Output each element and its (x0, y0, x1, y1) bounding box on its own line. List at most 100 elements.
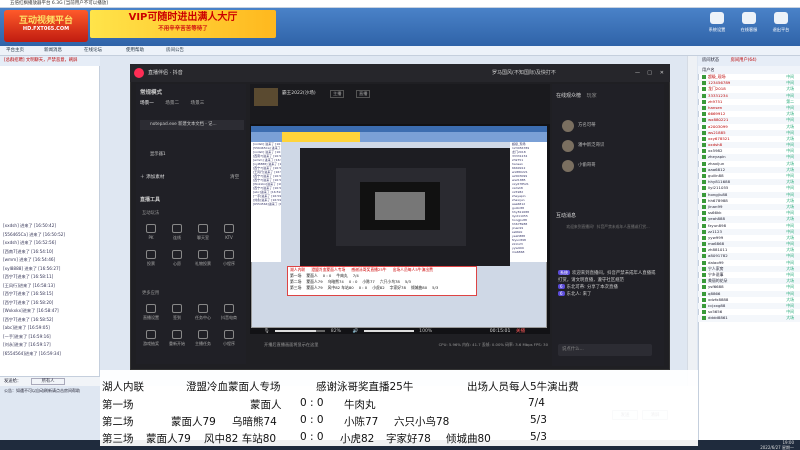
user-name: hhy811688 (708, 179, 731, 185)
tool-button[interactable]: 礼物投票 (192, 248, 214, 270)
viewer-item[interactable]: 潘中新泛哥识 (556, 136, 660, 156)
row3-b: 风中82 车站80 (204, 433, 277, 445)
end-live-button[interactable]: 关播 (516, 329, 525, 334)
tool-button[interactable]: 抖音电商 (218, 302, 240, 324)
tool-button[interactable]: 任务中心 (192, 302, 214, 324)
room-announcement: 公告：如遇不可以自动刷新请点击房间帮助 (4, 388, 80, 393)
tool-button[interactable]: KTV (218, 222, 240, 244)
viewer-avatar (562, 140, 574, 152)
viewer-rank-label[interactable]: 在线观众榜 (556, 93, 581, 99)
message-input[interactable]: 说点什么... (558, 344, 652, 356)
user-status-icon (702, 143, 706, 148)
chat-line: [556465Ca] 进来了 [16:50:52] (3, 231, 66, 237)
mic-volume-slider[interactable] (275, 329, 326, 332)
nav-news[interactable]: 新闻消息 (40, 46, 66, 56)
scene-mode-title[interactable]: 常规模式 (140, 88, 162, 96)
clear-sources-button[interactable]: 清空 (230, 174, 239, 180)
scene-tab-1[interactable]: 场景一 (140, 101, 154, 106)
tool-button[interactable]: 游戏抽奖 (140, 328, 162, 350)
add-source-button[interactable]: ＋ 添加素材 (140, 174, 164, 180)
tab-room-users[interactable]: 房间用户(64) (731, 58, 757, 63)
streaming-app-header: 直播伴侣 · 抖音 罗马国风(不知国际)及快打不 ✕ □ — (130, 64, 670, 82)
user-name: xxy678521 (708, 135, 730, 141)
scene-tab-3[interactable]: 场景三 (191, 101, 205, 106)
user-status-icon (702, 81, 706, 86)
scene-tab-2[interactable]: 场景二 (165, 101, 179, 106)
user-name: guilin88 (708, 173, 724, 178)
viewer-item[interactable]: 小偷哥哥 (556, 156, 660, 176)
logo-url: HD.FXT065.COM (22, 26, 70, 32)
app-username[interactable]: 罗马国风(不知国际)及快打不 (492, 64, 556, 82)
chat-scrollbar[interactable] (687, 56, 697, 386)
user-status-icon (702, 99, 706, 104)
taskbar-date: 2022/6/27 星期一 (760, 445, 794, 450)
platform-logo: 互动视频平台 HD.FXT065.COM (4, 10, 88, 42)
interact-tools: PK 连线 聊天室 KTV 投票 心愿 礼物投票 小程序 (140, 222, 244, 270)
close-icon[interactable]: ✕ (660, 64, 664, 82)
source-item-notepad[interactable]: notepad.exe 新建文本文档 - 记... (140, 120, 244, 130)
exit-icon (774, 12, 788, 24)
nested-cell: 第三场 (290, 285, 302, 290)
user-name: liyi211055 (708, 185, 729, 191)
user-status-icon (702, 192, 706, 197)
tool-button[interactable]: 签到 (166, 302, 188, 324)
messages-hint: 欢迎来到直播间！抖音严禁未成年人直播或打赏... (566, 224, 650, 229)
nested-header-cell: 感谢泳哥奖直播25牛 (351, 267, 387, 272)
online-service-button[interactable]: 在线客服 (734, 10, 764, 40)
nested-schedule: 湖人内联 澄盟冷血蒙面人专场 感谢泳哥奖直播25牛 出场人员每人5牛演出费 第一场 蒙面人… (287, 266, 477, 296)
tool-button[interactable]: 小程序 (218, 248, 240, 270)
message-tag: 6 (558, 284, 565, 289)
speaker-volume-fill (363, 329, 414, 332)
minimize-icon[interactable]: — (635, 64, 640, 82)
mic-icon[interactable]: 🎙 (264, 329, 270, 334)
exit-platform-button[interactable]: 退出平台 (766, 10, 796, 40)
user-status-icon (702, 161, 706, 166)
nested-cell: 7/4 (352, 273, 359, 278)
tool-button[interactable]: 重新开始 (166, 328, 188, 350)
maximize-icon[interactable]: □ (647, 64, 652, 82)
user-row[interactable]: dddd8861 大场 (698, 315, 800, 322)
tool-button[interactable]: 聊天室 (192, 222, 214, 244)
nav-help[interactable]: 使用帮助 (122, 46, 148, 56)
tool-button[interactable]: 主播任务 (192, 328, 214, 350)
tool-button[interactable]: 小程序 (218, 328, 240, 350)
tool-label: 小程序 (223, 341, 235, 346)
send-target-select[interactable]: 所有人 (30, 378, 66, 385)
gear-icon (710, 12, 724, 24)
tool-label: 礼物投票 (195, 261, 211, 266)
tool-button[interactable]: PK (140, 222, 162, 244)
row3-c: 小虎82 (340, 433, 375, 445)
message-tag: 系统 (558, 270, 570, 275)
user-name: zheyapin (708, 154, 726, 160)
speaker-icon[interactable]: 🔊 (352, 329, 358, 334)
chat-line: [6554564]进来了 [16:59:34] (3, 350, 61, 356)
tool-button[interactable]: 心愿 (166, 248, 188, 270)
send-target-row: 发送给： 所有人 (0, 376, 100, 386)
tab-room-status[interactable]: 房间状态 (702, 58, 719, 63)
system-settings-button[interactable]: 系统设置 (702, 10, 732, 40)
nav-forum[interactable]: 在线论坛 (80, 46, 106, 56)
mic-volume-fill (275, 329, 317, 332)
nav-home[interactable]: 平台主页 (2, 46, 28, 56)
nested-cell: 5/3 (404, 279, 411, 284)
nested-user-list: 超级_现场 123456789 龙门2018 33331234 zh9751 hansen… (510, 142, 547, 262)
row2-b: 乌暗熊74 (232, 416, 277, 428)
row3-d: 字家好78 (386, 433, 431, 445)
user-status-icon (702, 266, 706, 271)
chat-line: [西宁7]进来了 [16:58:52] (3, 316, 54, 322)
vip-banner[interactable]: VIP可随时进出满人大厅 不用辛辛苦苦等待了 (90, 10, 276, 38)
viewer-rank-tab2[interactable]: 玩家 (587, 93, 597, 99)
tool-icon (172, 224, 182, 233)
tool-button[interactable]: 连线 (166, 222, 188, 244)
viewer-item[interactable]: 方名可蒂 (556, 116, 660, 136)
speaker-volume-slider[interactable] (363, 329, 414, 332)
source-item-display[interactable]: 显示器1 (140, 150, 244, 160)
user-name: yyw999 (708, 234, 724, 240)
tool-button[interactable]: 直播设置 (140, 302, 162, 324)
more-apps: 直播设置 签到 任务中心 抖音电商游戏抽奖 重新开始 主播任务 小程序 (140, 302, 244, 350)
nav-room-notice[interactable]: 房间公告 (162, 46, 188, 56)
nested-cell: 第二场 (290, 279, 302, 284)
tool-label: 连线 (173, 235, 181, 240)
tool-button[interactable]: 投票 (140, 248, 162, 270)
message-text: 欢迎来到直播间，抖音严禁未成年人直播或打赏，请文明直播，遵守社区规范 (558, 271, 656, 283)
